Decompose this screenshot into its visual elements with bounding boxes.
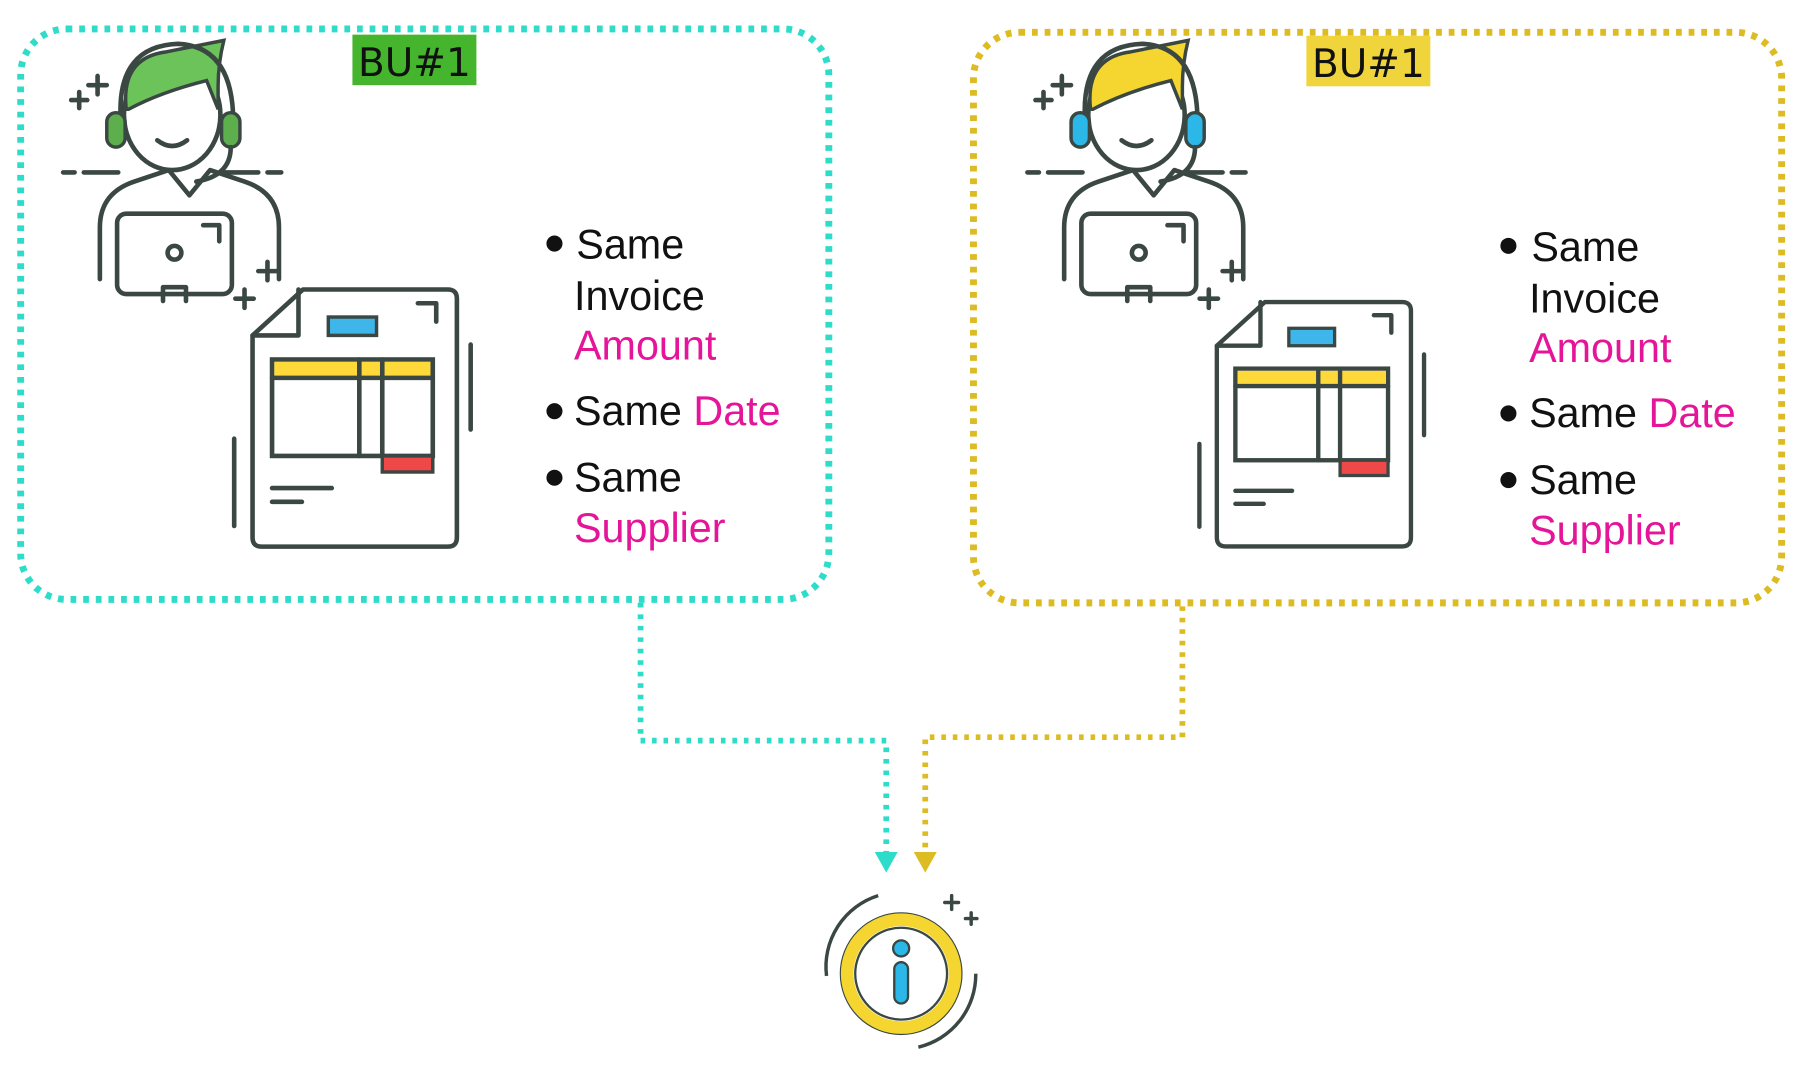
bu-label: BU#1: [1312, 42, 1425, 87]
support-agent-icon: [63, 40, 281, 307]
criteria-line2: Invoice: [574, 273, 705, 319]
connector-left: [637, 602, 890, 852]
criteria-highlight: Supplier: [574, 505, 726, 551]
criteria-prefix: Same: [574, 455, 682, 501]
bullet: [546, 469, 563, 486]
criteria-highlight: Date: [693, 388, 780, 434]
bullet: [1500, 472, 1517, 489]
criteria-prefix: Same: [1529, 390, 1637, 436]
criteria-highlight: Date: [1648, 390, 1735, 436]
criteria-line2: Invoice: [1529, 275, 1660, 321]
diagram: BU#1 Same Invoice Amount Same Date Same …: [17, 25, 1786, 1049]
bullet: [546, 235, 563, 252]
bullet: [546, 403, 563, 420]
criteria-highlight: Amount: [574, 323, 717, 369]
bu-label: BU#1: [358, 41, 471, 86]
criteria-highlight: Supplier: [1529, 507, 1681, 553]
criteria-highlight: Amount: [1529, 325, 1672, 371]
criteria-prefix: Same: [576, 221, 684, 267]
info-icon: [824, 893, 979, 1049]
bullet: [1500, 405, 1517, 422]
arrow-head-icon: [913, 851, 937, 873]
criteria-list: Same Invoice Amount Same Date Same Suppl…: [1500, 224, 1736, 553]
criteria-prefix: Same: [574, 388, 682, 434]
invoice-document-icon: [234, 289, 470, 546]
bullet: [1500, 237, 1517, 254]
arrow-head-icon: [874, 851, 898, 873]
criteria-prefix: Same: [1529, 457, 1637, 503]
panel-left: BU#1 Same Invoice Amount Same Date Same …: [17, 25, 833, 603]
criteria-item: Same Date: [574, 388, 781, 434]
criteria-item: Same Date: [1529, 390, 1736, 436]
criteria-list: Same Invoice Amount Same Date Same Suppl…: [546, 221, 781, 551]
invoice-document-icon: [1199, 302, 1424, 546]
connector-right: [922, 606, 1186, 852]
support-agent-icon: [1027, 40, 1245, 307]
panel-right: BU#1 Same Invoice Amount Same Date Same …: [970, 28, 1786, 607]
criteria-prefix: Same: [1531, 224, 1639, 270]
